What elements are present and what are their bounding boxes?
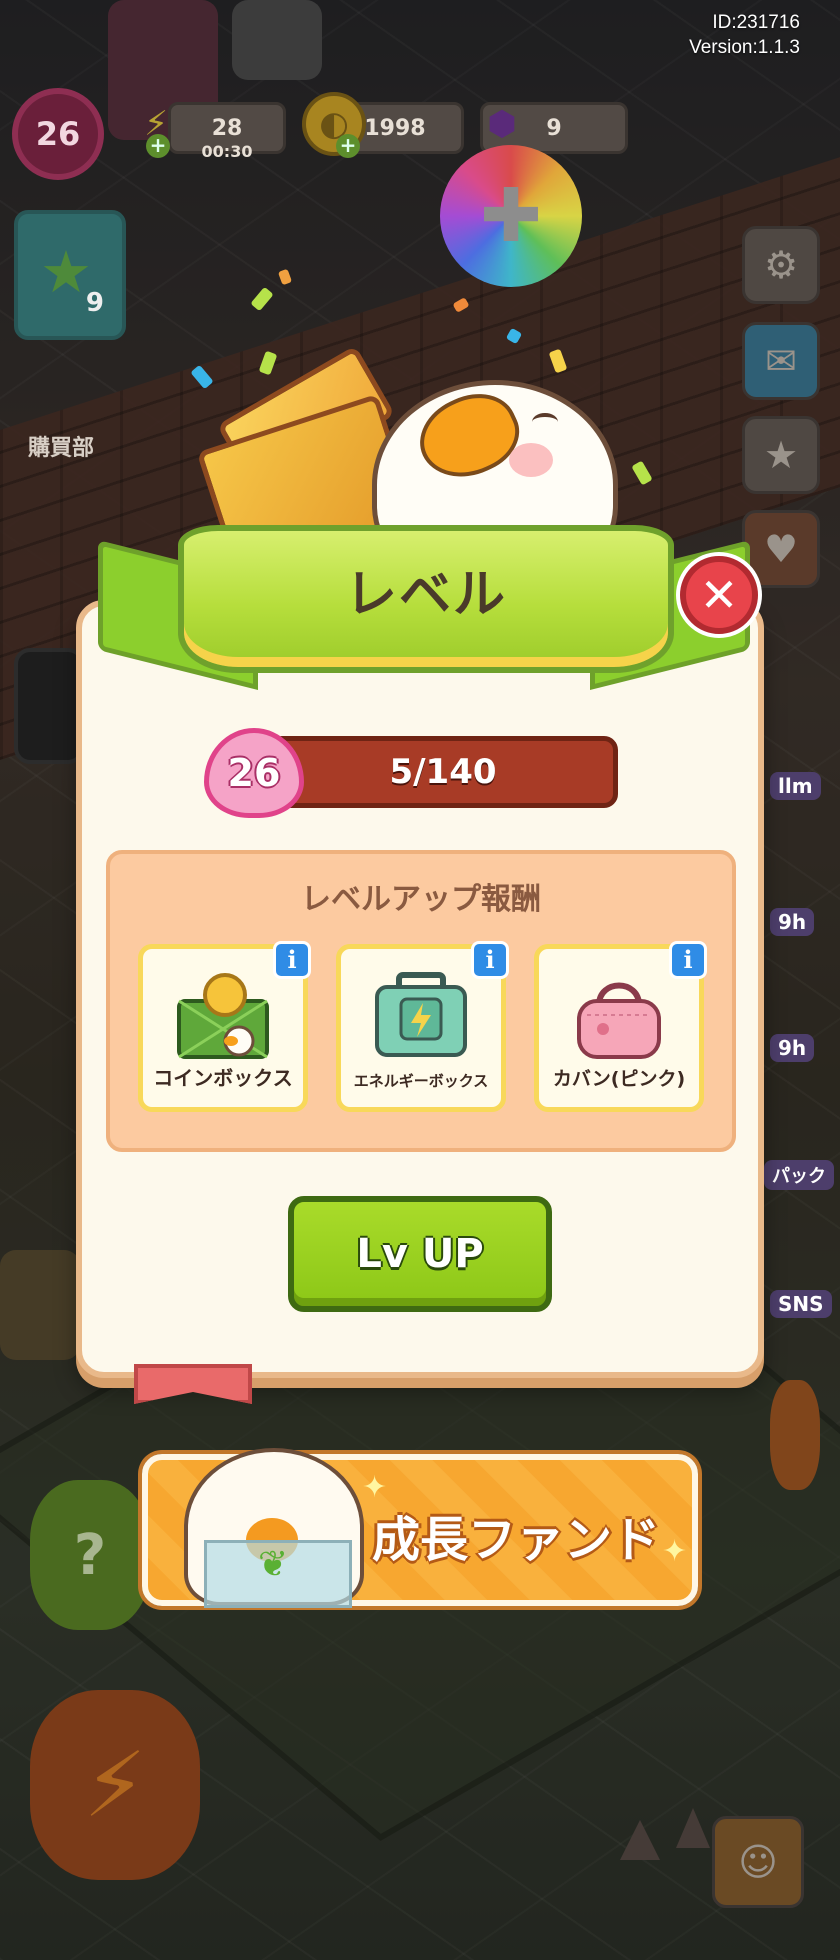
add-coins-button[interactable]: + xyxy=(336,134,360,158)
side-tag-4[interactable]: パック xyxy=(764,1160,834,1190)
reward-label: コインボックス xyxy=(153,1066,293,1090)
help-button[interactable]: ? xyxy=(30,1480,150,1630)
shop-label[interactable]: 購買部 xyxy=(28,430,94,462)
coin-box-icon xyxy=(177,973,269,1059)
gem-value: 9 xyxy=(546,115,562,141)
player-level-badge[interactable]: 26 xyxy=(12,88,104,180)
quest-board-button[interactable]: ★ 9 xyxy=(14,210,126,340)
quest-count: 9 xyxy=(85,288,104,318)
energy-box-icon xyxy=(375,972,467,1057)
info-icon[interactable]: i xyxy=(273,941,311,979)
info-icon[interactable]: i xyxy=(669,941,707,979)
modal-title: レベル xyxy=(344,565,507,625)
side-tag-3[interactable]: 9h xyxy=(770,1034,815,1062)
reward-card-pink-bag[interactable]: カバン(ピンク) i xyxy=(534,941,707,1112)
side-tag-2[interactable]: 9h xyxy=(770,908,815,936)
sprout-icon: ❦ xyxy=(258,1544,289,1585)
energy-timer: 00:30 xyxy=(201,142,253,161)
xp-progress-bar: 5/140 xyxy=(268,736,618,808)
level-heart-value: 26 xyxy=(227,751,281,795)
version-label: Version:1.1.3 xyxy=(689,37,800,58)
close-button[interactable]: ✕ xyxy=(680,556,758,634)
user-id: ID:231716 xyxy=(712,12,800,33)
rewards-title: レベルアップ報酬 xyxy=(301,882,541,917)
xp-progress-text: 5/140 xyxy=(389,752,497,792)
level-heart-badge: 26 xyxy=(204,728,304,818)
trophy-icon[interactable]: ★ xyxy=(742,416,820,494)
star-icon: ★ xyxy=(40,238,92,306)
pink-bag-icon xyxy=(577,982,661,1059)
reward-label: カバン(ピンク) xyxy=(552,1068,686,1090)
side-tag-5[interactable]: SNS xyxy=(770,1290,832,1318)
fund-duck-mascot: ❦ xyxy=(184,1448,364,1608)
coin-value: 1998 xyxy=(364,115,426,141)
sparkle-icon: ✦ xyxy=(662,1534,688,1569)
friends-icon[interactable]: ☺ xyxy=(712,1816,804,1908)
level-up-label: Lv UP xyxy=(356,1231,484,1277)
close-icon: ✕ xyxy=(699,568,739,622)
settings-gear-icon[interactable]: ⚙ xyxy=(742,226,820,304)
level-up-button[interactable]: Lv UP xyxy=(288,1196,552,1312)
reward-card-coin-box[interactable]: コインボックス i xyxy=(138,941,311,1112)
gamepad-menu-button[interactable]: ✚ xyxy=(440,145,582,287)
energy-value: 28 xyxy=(211,115,243,141)
reward-label: エネルギーボックス xyxy=(353,1072,489,1090)
add-energy-button[interactable]: + xyxy=(146,134,170,158)
energy-action-button[interactable]: ⚡ xyxy=(30,1690,200,1880)
info-icon[interactable]: i xyxy=(471,941,509,979)
build-info: ID:231716 Version:1.1.3 xyxy=(689,10,800,60)
duck-cheek xyxy=(509,443,553,477)
side-tag-1[interactable]: llm xyxy=(770,772,821,800)
player-level-value: 26 xyxy=(35,115,81,153)
dpad-icon: ✚ xyxy=(479,173,542,259)
sparkle-icon: ✦ xyxy=(362,1470,388,1505)
reward-card-energy-box[interactable]: エネルギーボックス i xyxy=(336,941,509,1112)
duck-eye xyxy=(532,413,558,431)
mail-icon[interactable]: ✉ xyxy=(742,322,820,400)
growth-fund-label[interactable]: 成長ファンド xyxy=(372,1500,660,1570)
